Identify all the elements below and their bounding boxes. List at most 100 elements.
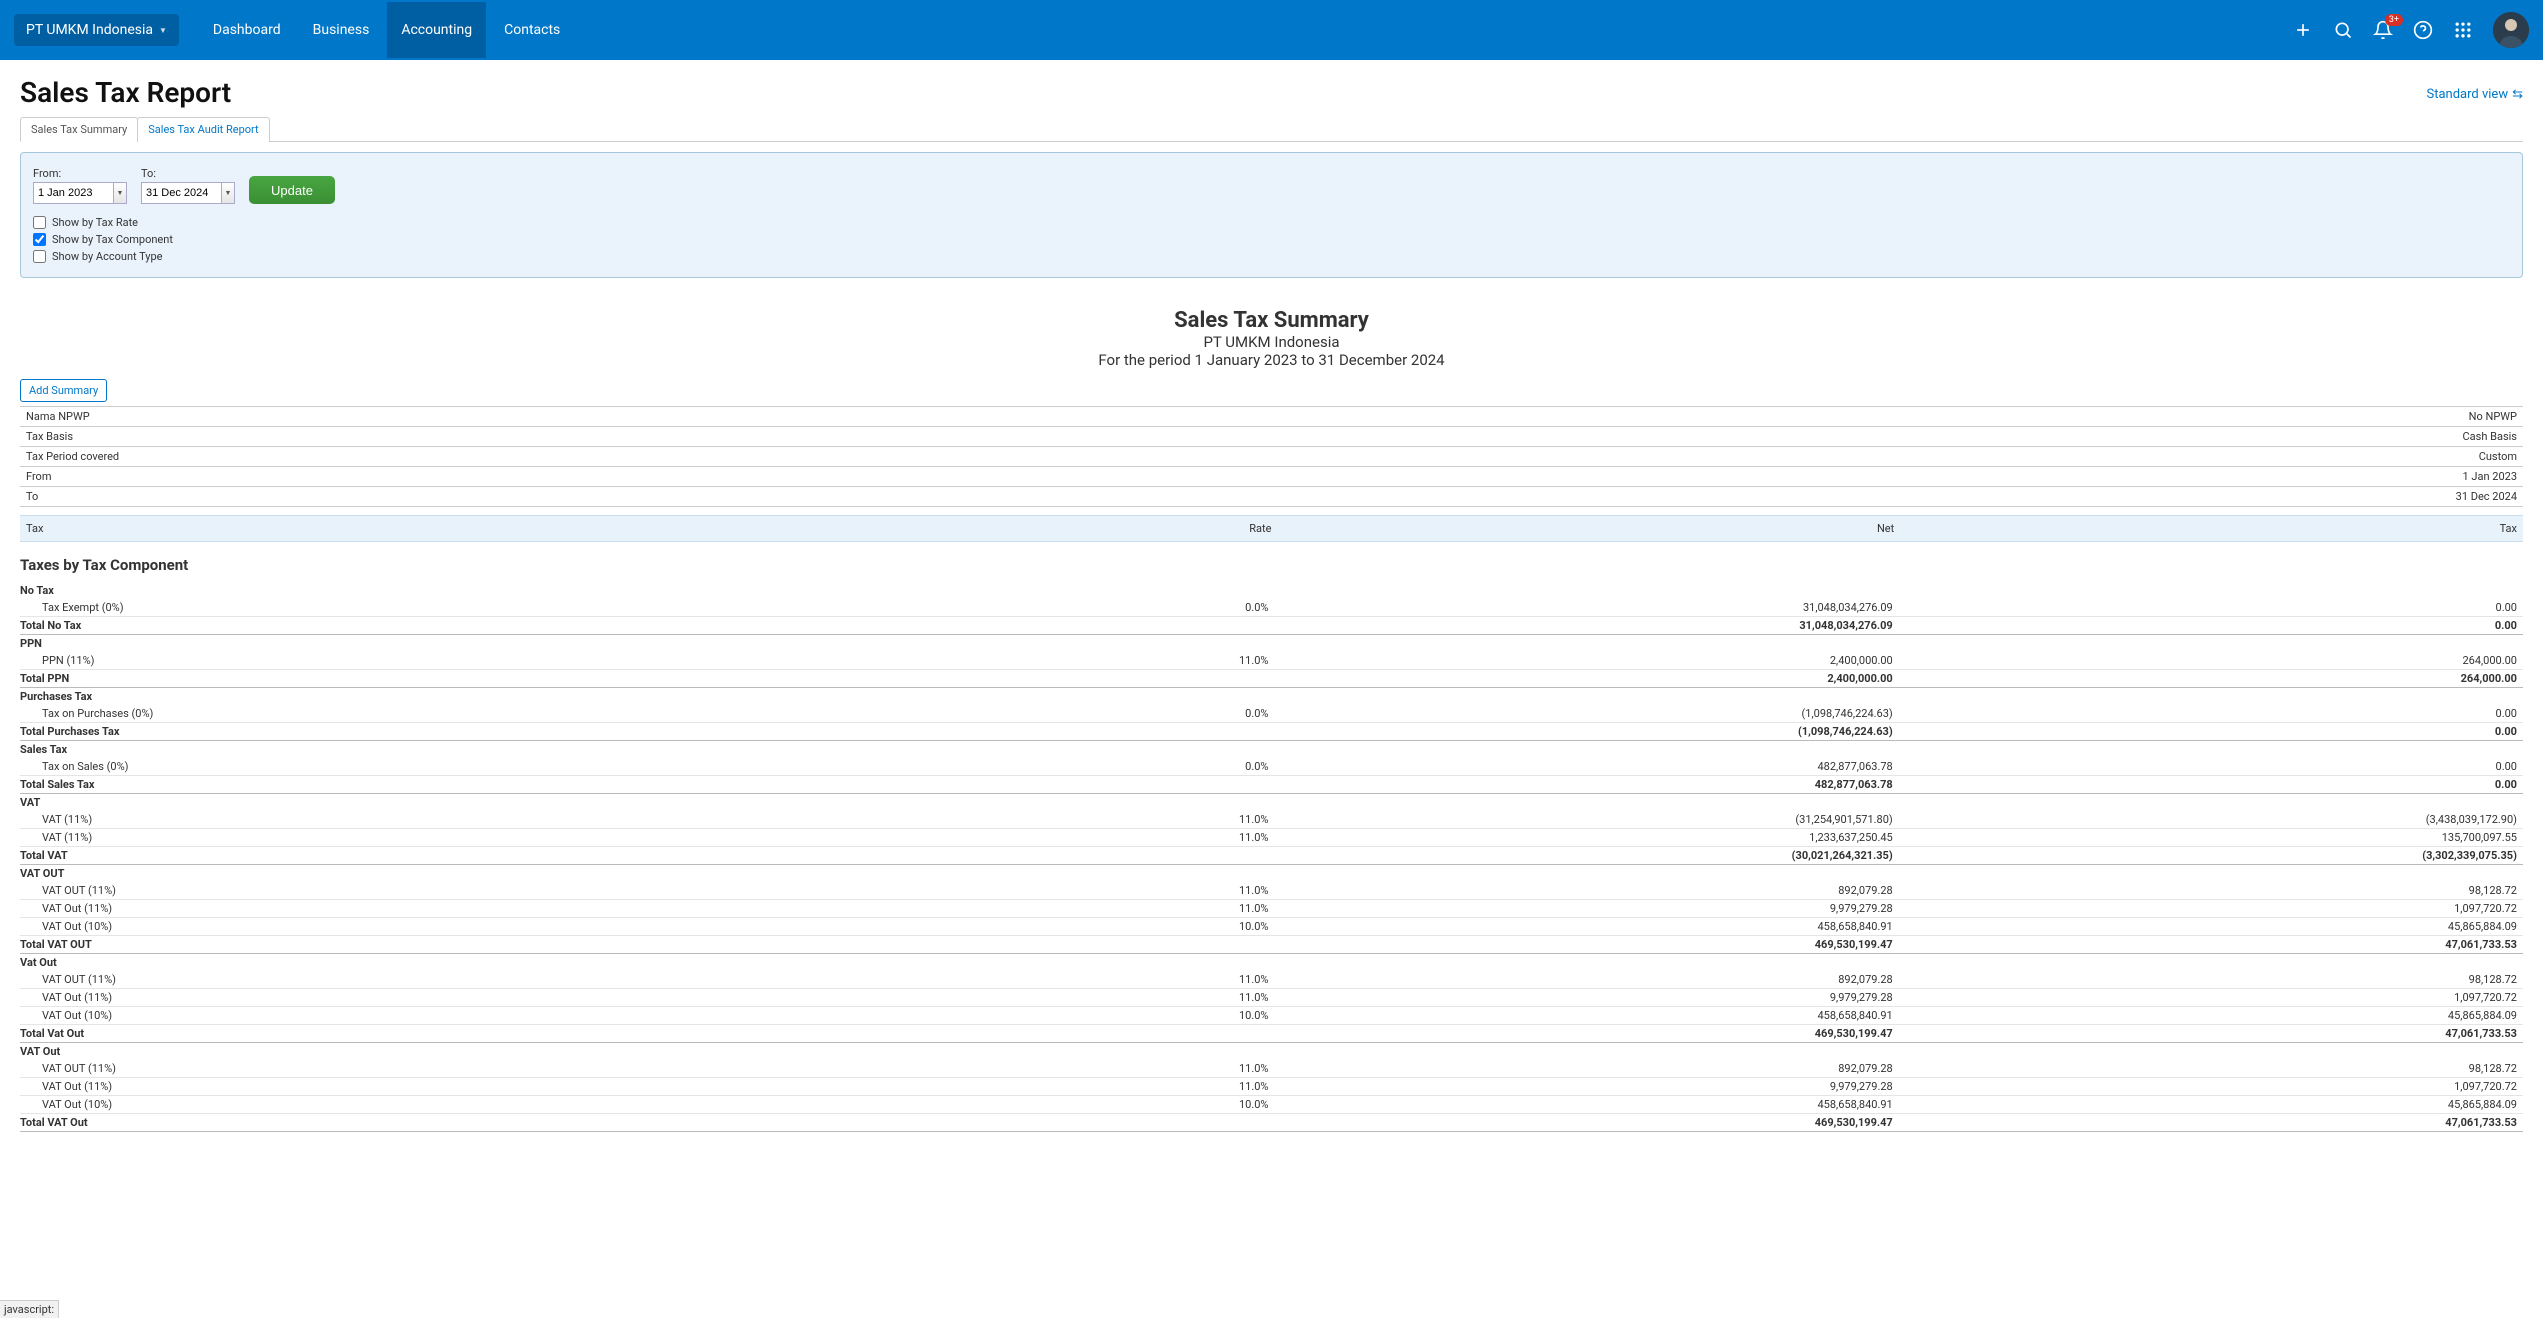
tax-row[interactable]: VAT OUT (11%)11.0%892,079.2898,128.72 bbox=[20, 882, 2523, 900]
cell-taxvalue: 45,865,884.09 bbox=[1893, 1009, 2517, 1022]
plus-icon[interactable] bbox=[2293, 20, 2313, 40]
total-label: Total Vat Out bbox=[20, 1027, 969, 1040]
cell-net: 1,233,637,250.45 bbox=[1268, 831, 1892, 844]
tax-row[interactable]: VAT Out (10%)10.0%458,658,840.9145,865,8… bbox=[20, 1096, 2523, 1114]
cell-taxvalue: 45,865,884.09 bbox=[1893, 920, 2517, 933]
notifications-icon[interactable]: 3+ bbox=[2373, 20, 2393, 40]
total-net: 482,877,063.78 bbox=[1268, 778, 1892, 791]
tax-row[interactable]: VAT Out (11%)11.0%9,979,279.281,097,720.… bbox=[20, 1078, 2523, 1096]
group-total-row: Total VAT(30,021,264,321.35)(3,302,339,0… bbox=[20, 847, 2523, 865]
meta-row: From1 Jan 2023 bbox=[20, 467, 2523, 487]
tax-group: VAT OutVAT OUT (11%)11.0%892,079.2898,12… bbox=[20, 1043, 2523, 1132]
tax-row[interactable]: VAT Out (10%)10.0%458,658,840.9145,865,8… bbox=[20, 1007, 2523, 1025]
report-period: For the period 1 January 2023 to 31 Dece… bbox=[20, 351, 2523, 369]
cell-rate: 11.0% bbox=[969, 884, 1269, 897]
meta-row: Tax BasisCash Basis bbox=[20, 427, 2523, 447]
summary-meta-table: Nama NPWPNo NPWPTax BasisCash BasisTax P… bbox=[20, 406, 2523, 507]
group-title: Sales Tax bbox=[20, 741, 2523, 758]
avatar[interactable] bbox=[2493, 12, 2529, 48]
tax-row[interactable]: VAT OUT (11%)11.0%892,079.2898,128.72 bbox=[20, 971, 2523, 989]
checkbox-show-by-component[interactable] bbox=[33, 233, 46, 246]
tax-row[interactable]: VAT Out (10%)10.0%458,658,840.9145,865,8… bbox=[20, 918, 2523, 936]
group-total-row: Total VAT Out469,530,199.4747,061,733.53 bbox=[20, 1114, 2523, 1132]
meta-label: Tax Basis bbox=[20, 427, 1494, 447]
cell-taxvalue: 264,000.00 bbox=[1893, 654, 2517, 667]
nav-business[interactable]: Business bbox=[299, 2, 384, 58]
tab-sales-tax-audit[interactable]: Sales Tax Audit Report bbox=[137, 117, 269, 142]
checkbox-show-by-account[interactable] bbox=[33, 250, 46, 263]
meta-label: To bbox=[20, 487, 1494, 507]
tax-group: Sales TaxTax on Sales (0%)0.0%482,877,06… bbox=[20, 741, 2523, 794]
total-net: 31,048,034,276.09 bbox=[1268, 619, 1892, 632]
tax-row[interactable]: VAT (11%)11.0%(31,254,901,571.80)(3,438,… bbox=[20, 811, 2523, 829]
filter-panel: From: ▼ To: ▼ Update Show by Tax Rate Sh… bbox=[20, 152, 2523, 278]
from-date-input[interactable] bbox=[33, 182, 113, 204]
group-title: Vat Out bbox=[20, 954, 2523, 971]
cell-tax: Tax Exempt (0%) bbox=[20, 601, 969, 614]
nav-accounting[interactable]: Accounting bbox=[387, 2, 486, 58]
cell-rate: 11.0% bbox=[969, 813, 1269, 826]
cell-net: 892,079.28 bbox=[1268, 884, 1892, 897]
update-button[interactable]: Update bbox=[249, 176, 335, 204]
group-total-row: Total Vat Out 469,530,199.4747,061,733.53 bbox=[20, 1025, 2523, 1043]
top-right-cluster: 3+ bbox=[2293, 12, 2529, 48]
total-taxvalue: 47,061,733.53 bbox=[1893, 1027, 2517, 1040]
cell-rate: 11.0% bbox=[969, 973, 1269, 986]
total-taxvalue: 47,061,733.53 bbox=[1893, 938, 2517, 951]
tax-row[interactable]: VAT OUT (11%)11.0%892,079.2898,128.72 bbox=[20, 1060, 2523, 1078]
to-date-dropdown[interactable]: ▼ bbox=[221, 182, 235, 204]
total-net: (30,021,264,321.35) bbox=[1268, 849, 1892, 862]
cell-tax: VAT Out (10%) bbox=[20, 1098, 969, 1111]
cell-rate: 10.0% bbox=[969, 1009, 1269, 1022]
total-label: Total VAT bbox=[20, 849, 969, 862]
tax-row[interactable]: Tax on Purchases (0%)0.0%(1,098,746,224.… bbox=[20, 705, 2523, 723]
report-tabs: Sales Tax Summary Sales Tax Audit Report bbox=[20, 117, 2523, 142]
apps-icon[interactable] bbox=[2453, 20, 2473, 40]
total-net: 469,530,199.47 bbox=[1268, 1027, 1892, 1040]
group-title: PPN bbox=[20, 635, 2523, 652]
page-body: Sales Tax Report Standard view ⇆ Sales T… bbox=[0, 60, 2543, 1172]
tax-row[interactable]: PPN (11%)11.0%2,400,000.00264,000.00 bbox=[20, 652, 2523, 670]
cell-rate: 10.0% bbox=[969, 920, 1269, 933]
checkbox-label: Show by Tax Rate bbox=[52, 216, 138, 229]
tab-label: Sales Tax Summary bbox=[31, 123, 127, 136]
view-toggle[interactable]: Standard view ⇆ bbox=[2427, 87, 2524, 102]
nav-dashboard[interactable]: Dashboard bbox=[199, 2, 295, 58]
help-icon[interactable] bbox=[2413, 20, 2433, 40]
cell-tax: VAT Out (11%) bbox=[20, 902, 969, 915]
to-date-input[interactable] bbox=[141, 182, 221, 204]
cell-taxvalue: 0.00 bbox=[1893, 601, 2517, 614]
from-date-dropdown[interactable]: ▼ bbox=[113, 182, 127, 204]
org-switcher[interactable]: PT UMKM Indonesia ▼ bbox=[14, 14, 179, 46]
tax-row[interactable]: VAT Out (11%)11.0%9,979,279.281,097,720.… bbox=[20, 900, 2523, 918]
section-title: Taxes by Tax Component bbox=[20, 542, 2523, 582]
total-label: Total PPN bbox=[20, 672, 969, 685]
nav-contacts[interactable]: Contacts bbox=[490, 2, 574, 58]
cell-taxvalue: (3,438,039,172.90) bbox=[1893, 813, 2517, 826]
cell-net: 9,979,279.28 bbox=[1268, 902, 1892, 915]
checkbox-show-by-rate[interactable] bbox=[33, 216, 46, 229]
total-taxvalue: 47,061,733.53 bbox=[1893, 1116, 2517, 1129]
tax-row[interactable]: Tax Exempt (0%)0.0%31,048,034,276.090.00 bbox=[20, 599, 2523, 617]
org-name: PT UMKM Indonesia bbox=[26, 22, 153, 38]
notification-badge: 3+ bbox=[2385, 14, 2403, 26]
checkbox-label: Show by Tax Component bbox=[52, 233, 173, 246]
add-summary-button[interactable]: Add Summary bbox=[20, 379, 107, 402]
group-title: Purchases Tax bbox=[20, 688, 2523, 705]
total-net: 469,530,199.47 bbox=[1268, 938, 1892, 951]
main-nav: Dashboard Business Accounting Contacts bbox=[199, 2, 574, 58]
cell-taxvalue: 135,700,097.55 bbox=[1893, 831, 2517, 844]
cell-rate: 11.0% bbox=[969, 1080, 1269, 1093]
tax-row[interactable]: VAT Out (11%)11.0%9,979,279.281,097,720.… bbox=[20, 989, 2523, 1007]
tax-group: VATVAT (11%)11.0%(31,254,901,571.80)(3,4… bbox=[20, 794, 2523, 865]
to-label: To: bbox=[141, 167, 235, 180]
tab-sales-tax-summary[interactable]: Sales Tax Summary bbox=[20, 117, 138, 142]
cell-taxvalue: 1,097,720.72 bbox=[1893, 1080, 2517, 1093]
tax-row[interactable]: VAT (11%)11.0%1,233,637,250.45135,700,09… bbox=[20, 829, 2523, 847]
cell-taxvalue: 0.00 bbox=[1893, 760, 2517, 773]
cell-tax: VAT Out (10%) bbox=[20, 920, 969, 933]
group-title: VAT Out bbox=[20, 1043, 2523, 1060]
status-bar: javascript: bbox=[0, 1300, 59, 1318]
search-icon[interactable] bbox=[2333, 20, 2353, 40]
tax-row[interactable]: Tax on Sales (0%)0.0%482,877,063.780.00 bbox=[20, 758, 2523, 776]
